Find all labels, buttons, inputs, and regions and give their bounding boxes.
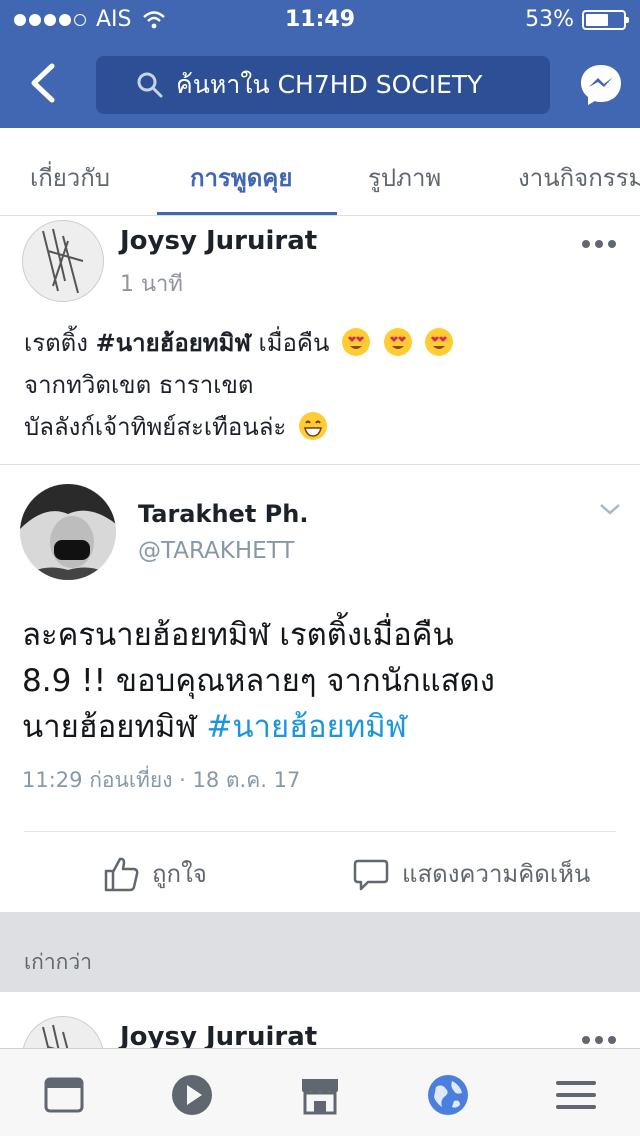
video-play-icon[interactable] xyxy=(170,1073,214,1117)
more-options-icon[interactable] xyxy=(582,1036,616,1044)
like-label: ถูกใจ xyxy=(152,860,207,888)
tab-photos[interactable]: รูปภาพ xyxy=(368,158,441,197)
post-timestamp[interactable]: 1 นาที xyxy=(120,266,183,301)
divider xyxy=(0,464,640,465)
marketplace-icon[interactable] xyxy=(298,1073,342,1117)
messenger-icon[interactable] xyxy=(578,62,624,108)
post-text-segment: บัลลังก์เจ้าทิพย์สะเทือนล่ะ xyxy=(24,413,287,441)
more-options-icon[interactable] xyxy=(582,240,616,248)
tweet-line-1: ละครนายฮ้อยทมิฬ เรตติ้งเมื่อคืน xyxy=(22,617,454,653)
menu-hamburger-icon[interactable] xyxy=(554,1073,598,1117)
divider xyxy=(24,831,616,832)
post-hashtag[interactable]: #นายฮ้อยทมิฬ xyxy=(96,329,251,357)
post-line-3: บัลลังก์เจ้าทิพย์สะเทือนล่ะ xyxy=(24,406,454,448)
thumbs-up-icon xyxy=(104,857,139,891)
tweet-handle[interactable]: @TARAKHETT xyxy=(138,538,294,564)
comment-button[interactable]: แสดงความคิดเห็น xyxy=(352,854,590,893)
tab-discussion[interactable]: การพูดคุย xyxy=(190,158,292,197)
heart-eyes-emoji-icon xyxy=(425,328,454,356)
battery-area: 53% xyxy=(525,7,629,32)
avatar[interactable] xyxy=(22,220,104,302)
post-body: เรตติ้ง #นายฮ้อยทมิฬ เมื่อคืน จากทวิตเขต… xyxy=(24,322,454,448)
heart-eyes-emoji-icon xyxy=(383,328,412,356)
tweet-line-3: นายฮ้อยทมิฬ #นายฮ้อยทมิฬ xyxy=(22,704,622,750)
tweet-body: ละครนายฮ้อยทมิฬ เรตติ้งเมื่อคืน 8.9 !! ข… xyxy=(22,612,622,750)
like-button[interactable]: ถูกใจ xyxy=(102,854,207,893)
tab-events[interactable]: งานกิจกรรม xyxy=(518,158,640,197)
status-bar: AIS 11:49 53% xyxy=(0,0,640,40)
search-placeholder: ค้นหาใน CH7HD SOCIETY xyxy=(176,70,483,99)
heart-eyes-emoji-icon xyxy=(342,328,371,356)
tweet-line-2: 8.9 !! ขอบคุณหลายๆ จากนักแสดง xyxy=(22,663,495,699)
tweet-text-segment: นายฮ้อยทมิฬ xyxy=(22,709,207,745)
tweet-avatar-image xyxy=(20,484,116,580)
post-line-1: เรตติ้ง #นายฮ้อยทมิฬ เมื่อคืน xyxy=(24,322,454,364)
post-card: Joysy Juruirat 1 นาที เรตติ้ง #นายฮ้อยทม… xyxy=(0,216,640,912)
comment-label: แสดงความคิดเห็น xyxy=(402,860,591,888)
battery-icon xyxy=(582,9,629,30)
tab-about[interactable]: เกี่ยวกับ xyxy=(30,158,110,197)
app-header: AIS 11:49 53% ค้นหาใน CH7HD SOCIETY xyxy=(0,0,640,128)
chevron-down-icon[interactable] xyxy=(598,500,622,518)
news-feed-icon[interactable] xyxy=(42,1073,86,1117)
search-bar[interactable]: ค้นหาใน CH7HD SOCIETY xyxy=(96,56,550,114)
search-icon xyxy=(137,72,163,98)
older-posts-header: เก่ากว่า xyxy=(0,912,640,992)
back-arrow-icon[interactable] xyxy=(22,58,62,108)
battery-percent: 53% xyxy=(525,7,574,32)
notifications-globe-icon[interactable] xyxy=(426,1073,470,1117)
post-author[interactable]: Joysy Juruirat xyxy=(120,226,317,256)
tweet-timestamp[interactable]: 11:29 ก่อนเที่ยง · 18 ต.ค. 17 xyxy=(22,764,300,797)
page-tabs: เกี่ยวกับ การพูดคุย รูปภาพ งานกิจกรรม xyxy=(0,128,640,216)
avatar-image xyxy=(23,1017,103,1048)
comment-icon xyxy=(353,859,389,890)
tweet-hashtag-link[interactable]: #นายฮ้อยทมิฬ xyxy=(206,709,407,745)
bottom-navigation xyxy=(0,1048,640,1136)
post-author[interactable]: Joysy Juruirat xyxy=(120,1022,317,1048)
tweet-author[interactable]: Tarakhet Ph. xyxy=(138,500,308,528)
post-line-2: จากทวิตเขต ธาราเขต xyxy=(24,371,254,399)
avatar-image xyxy=(23,221,103,301)
next-post-card: Joysy Juruirat xyxy=(0,992,640,1048)
older-label: เก่ากว่า xyxy=(24,950,92,974)
avatar[interactable] xyxy=(22,1016,104,1048)
post-text-segment: เรตติ้ง xyxy=(24,329,96,357)
post-text-segment: เมื่อคืน xyxy=(250,329,330,357)
grinning-emoji-icon xyxy=(298,412,327,440)
tweet-avatar[interactable] xyxy=(20,484,116,580)
